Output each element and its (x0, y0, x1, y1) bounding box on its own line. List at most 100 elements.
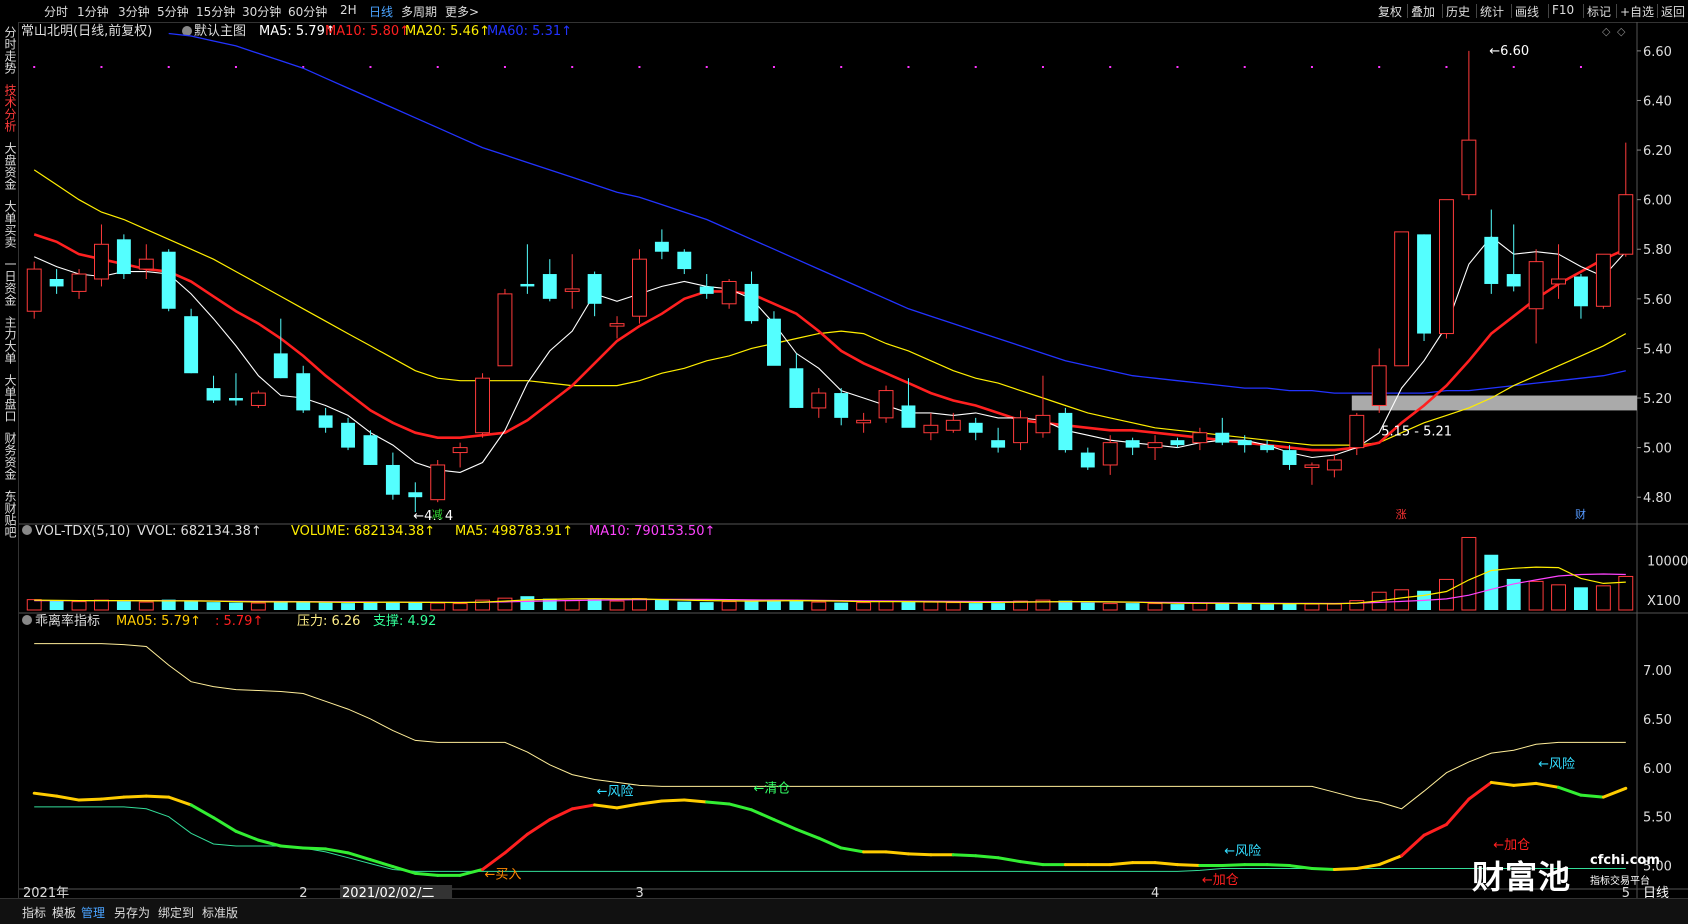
candle-body (94, 243, 109, 280)
timeframe-tab[interactable]: 分时 (44, 3, 68, 20)
volume-bar (1394, 589, 1410, 611)
candle (1035, 375, 1051, 438)
timeframe-tab[interactable]: 30分钟 (242, 3, 281, 20)
ma05-segment (1019, 860, 1045, 867)
candle (273, 318, 288, 379)
top-marker-dot (638, 66, 641, 68)
left-nav-tab[interactable]: 大盘资金 (2, 142, 17, 190)
candle-body (1260, 445, 1275, 451)
timeframe-tab[interactable]: 60分钟 (288, 3, 327, 20)
bottom-tab[interactable]: 模板 (52, 904, 76, 921)
candle-body (1574, 276, 1588, 307)
volume-bar (1260, 604, 1275, 610)
candle-body (609, 323, 625, 327)
left-nav-tab[interactable]: 一日资金 (2, 258, 17, 306)
timeframe-tab[interactable]: 更多> (445, 3, 479, 20)
candle (542, 259, 557, 302)
candle-body (1237, 440, 1252, 446)
left-nav-tab[interactable]: 大单盘口 (2, 374, 17, 422)
volume-bar (1439, 578, 1454, 611)
left-nav-tab[interactable]: 主力大单 (2, 316, 17, 364)
candle-body (1439, 199, 1454, 335)
candle-body (767, 318, 781, 366)
toolbar-button[interactable]: 画线 (1515, 3, 1539, 20)
left-nav-tab[interactable]: 技术分析 (2, 84, 17, 132)
ma05-segment (1175, 863, 1202, 868)
toolbar-button[interactable]: F10 (1552, 3, 1574, 17)
bottom-tab[interactable]: 绑定到 (158, 904, 194, 921)
candle-body (1147, 442, 1163, 449)
timeframe-tab[interactable]: 多周期 (401, 3, 437, 20)
ma05-segment (1557, 785, 1583, 797)
candle (1595, 253, 1611, 309)
ma05-segment (256, 838, 283, 848)
volume-bar (677, 601, 692, 610)
candle-body (945, 419, 961, 431)
candle (1058, 407, 1073, 453)
toolbar-button[interactable]: 返回 (1661, 3, 1685, 20)
candle-body (1551, 278, 1566, 285)
volume-bar (296, 601, 311, 610)
left-nav-tab[interactable]: 财务资金 (2, 432, 17, 480)
bottom-tab[interactable]: 指标 (22, 904, 46, 921)
timeframe-tab[interactable]: 3分钟 (118, 3, 150, 20)
volume-bar (699, 602, 714, 610)
candle (699, 274, 714, 299)
candle-body (542, 274, 557, 299)
ma05-segment (772, 818, 798, 831)
ma05-segment (996, 856, 1023, 864)
x-tick-label: 3 (635, 886, 643, 898)
timeframe-tab[interactable]: 5分钟 (157, 3, 189, 20)
volume-bar (1192, 602, 1208, 611)
toolbar-separator (1407, 4, 1408, 18)
volume-bar (94, 599, 109, 611)
bottom-tab[interactable]: 管理 (81, 904, 105, 921)
toolbar-button[interactable]: 复权 (1378, 3, 1402, 20)
candle-body (789, 368, 804, 408)
volume-bar (206, 602, 221, 610)
bottom-tab[interactable]: 标准版 (202, 904, 238, 921)
ma05-segment (1444, 797, 1471, 826)
timeframe-tab[interactable]: 15分钟 (196, 3, 235, 20)
ma05-segment (570, 803, 597, 811)
signal-label: ←加仓 (1202, 873, 1239, 888)
candle (767, 311, 781, 366)
left-nav-tab[interactable]: 大单买卖 (2, 200, 17, 248)
left-nav-tab[interactable]: 东财贴吧 (2, 490, 17, 538)
candle-body (654, 241, 669, 252)
bottom-tab[interactable]: 另存为 (114, 904, 150, 921)
candle-body (1371, 365, 1387, 406)
timeframe-tab[interactable]: 1分钟 (77, 3, 109, 20)
candle (1574, 274, 1588, 319)
candle (1506, 224, 1521, 292)
candle-body (296, 373, 311, 411)
main-title: 常山北明(日线,前复权) (21, 23, 152, 39)
toolbar-button[interactable]: +自选 (1620, 3, 1654, 20)
ma05-segment (32, 791, 59, 798)
candle (945, 412, 961, 433)
top-marker-dot (369, 66, 372, 68)
candle (430, 460, 446, 503)
toolbar-button[interactable]: 标记 (1587, 3, 1611, 20)
volume-bar (385, 601, 400, 610)
toolbar-button[interactable]: 统计 (1480, 3, 1504, 20)
candle-body (341, 422, 355, 448)
candle (26, 261, 42, 319)
volume-legend-item: MA10: 790153.50↑ (589, 524, 715, 539)
candle (968, 417, 983, 441)
ma05-segment (637, 799, 664, 806)
ma05-segment (368, 858, 395, 869)
bias-legend-item: : 5.79↑ (215, 614, 263, 629)
ma05-segment (750, 808, 776, 822)
top-marker-dot (167, 66, 170, 68)
candle (1192, 427, 1208, 451)
candle (1013, 410, 1028, 451)
toolbar-button[interactable]: 叠加 (1411, 3, 1435, 20)
bias-tick-label: 5.50 (1643, 811, 1672, 826)
ma05-segment (727, 802, 754, 812)
ma05-segment (413, 871, 440, 877)
timeframe-tab[interactable]: 日线 (369, 3, 393, 20)
toolbar-button[interactable]: 历史 (1446, 3, 1470, 20)
timeframe-tab[interactable]: 2H (340, 3, 357, 17)
left-nav-tab[interactable]: 分时走势 (2, 26, 17, 74)
